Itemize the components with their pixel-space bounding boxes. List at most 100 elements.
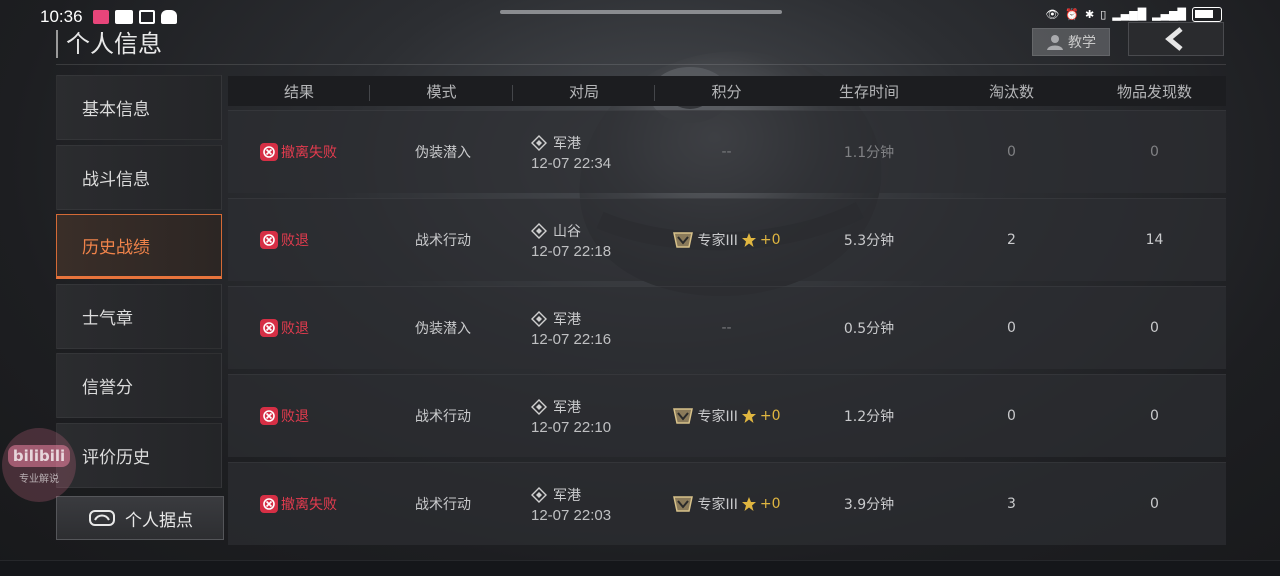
defeat-icon — [260, 407, 278, 425]
column-header-items: 物品发现数 — [1116, 82, 1192, 101]
mode-cell: 战术行动 — [415, 497, 471, 513]
star-icon — [741, 233, 756, 247]
survival-cell: 1.2分钟 — [843, 409, 895, 425]
map-diamond-icon — [531, 134, 547, 151]
back-button[interactable] — [1128, 22, 1224, 56]
result-cell: 败退 — [228, 406, 370, 426]
survival-cell: 1.1分钟 — [843, 145, 895, 161]
score-rank: 专家III — [697, 497, 738, 513]
page-title: 个人信息 — [56, 30, 162, 58]
score-rank: 专家III — [697, 409, 738, 425]
column-header-mode: 模式 — [370, 81, 513, 102]
table-row[interactable]: 撤离失败 战术行动 军港 12-07 22:03 专家III +0 3.9分钟 3 0 — [228, 462, 1226, 545]
result-label: 败退 — [281, 409, 309, 425]
table-header: 结果 模式 对局 积分 生存时间 淘汰数 物品发现数 — [228, 76, 1226, 106]
kills-cell: 2 — [1007, 232, 1016, 248]
watermark-sub: 专业解说 — [19, 474, 59, 485]
match-cell: 军港 12-07 22:03 — [513, 485, 655, 524]
score-cell: 专家III +0 — [655, 230, 798, 250]
map-diamond-icon — [531, 486, 547, 503]
sidebar-item-basic-info[interactable]: 基本信息 — [56, 75, 222, 140]
star-icon — [741, 497, 756, 511]
bluetooth-icon: ✱ — [1085, 8, 1095, 21]
chevron-left-icon — [1165, 27, 1183, 51]
teach-icon — [1047, 35, 1063, 50]
score-cell: -- — [721, 320, 732, 336]
sidebar: 基本信息 战斗信息 历史战绩 士气章 信誉分 评价历史 — [56, 75, 222, 492]
result-cell: 败退 — [228, 318, 370, 338]
rank-badge-icon — [673, 232, 694, 248]
score-cell: 专家III +0 — [655, 406, 798, 426]
map-name: 军港 — [553, 399, 581, 416]
items-cell: 0 — [1150, 144, 1159, 160]
match-time: 12-07 22:34 — [531, 154, 612, 172]
teach-button[interactable]: 教学 — [1032, 28, 1110, 56]
eye-icon: 👁 — [1045, 8, 1060, 21]
kills-cell: 0 — [1007, 408, 1016, 424]
defeat-icon — [260, 495, 278, 513]
score-cell: -- — [721, 144, 732, 160]
bottom-bar — [0, 560, 1280, 576]
signal-5g-icon-2: ▂▄▆█ — [1152, 8, 1186, 21]
sidebar-item-credit-score[interactable]: 信誉分 — [56, 353, 222, 418]
result-cell: 败退 — [228, 230, 370, 250]
battery-icon — [1192, 7, 1222, 22]
table-row[interactable]: 撤离失败 伪装潜入 军港 12-07 22:34 -- 1.1分钟 0 0 — [228, 110, 1226, 193]
column-header-kills: 淘汰数 — [988, 82, 1034, 101]
defeat-icon — [260, 231, 278, 249]
survival-cell: 5.3分钟 — [843, 233, 895, 249]
sidebar-item-label: 基本信息 — [82, 100, 150, 120]
personal-base-button[interactable]: 个人据点 — [56, 496, 224, 540]
base-icon — [89, 510, 115, 526]
result-label: 撤离失败 — [281, 145, 337, 161]
sidebar-item-battle-info[interactable]: 战斗信息 — [56, 144, 222, 210]
map-diamond-icon — [531, 310, 547, 327]
rank-badge-icon — [673, 496, 694, 512]
teach-label: 教学 — [1068, 35, 1096, 51]
sidebar-item-review-history[interactable]: 评价历史 — [56, 422, 222, 488]
match-cell: 军港 12-07 22:10 — [513, 397, 655, 436]
kills-cell: 0 — [1007, 320, 1016, 336]
kills-cell: 3 — [1007, 496, 1016, 512]
column-header-match: 对局 — [513, 81, 655, 102]
score-rank: 专家III — [697, 233, 738, 249]
table-row[interactable]: 败退 战术行动 山谷 12-07 22:18 专家III +0 5.3分钟 2 14 — [228, 198, 1226, 281]
match-history-table: 结果 模式 对局 积分 生存时间 淘汰数 物品发现数 撤离失败 伪装潜入 军港 12-… — [228, 76, 1226, 545]
match-time: 12-07 22:03 — [531, 506, 612, 524]
result-cell: 撤离失败 — [228, 142, 370, 162]
sidebar-item-label: 战斗信息 — [82, 169, 150, 190]
mode-cell: 伪装潜入 — [415, 145, 471, 161]
match-cell: 军港 12-07 22:16 — [513, 309, 655, 348]
map-name: 军港 — [553, 311, 581, 328]
column-header-result: 结果 — [228, 81, 370, 102]
result-label: 败退 — [281, 321, 309, 337]
column-header-survival: 生存时间 — [838, 82, 899, 101]
map-name: 军港 — [553, 135, 581, 152]
app-notification-icon — [92, 10, 109, 24]
sidebar-item-morale-badge[interactable]: 士气章 — [56, 283, 222, 349]
sidebar-item-match-history[interactable]: 历史战绩 — [56, 214, 222, 279]
android-icon — [160, 10, 177, 24]
match-cell: 山谷 12-07 22:18 — [513, 221, 655, 260]
window-drag-handle[interactable] — [500, 10, 782, 14]
status-time: 10:36 — [40, 7, 83, 26]
items-cell: 0 — [1150, 408, 1159, 424]
sidebar-item-label: 士气章 — [82, 308, 133, 329]
mode-cell: 战术行动 — [415, 233, 471, 249]
bilibili-tv-icon — [138, 10, 155, 24]
map-name: 山谷 — [553, 223, 581, 240]
alarm-icon: ⏰ — [1065, 8, 1080, 21]
match-time: 12-07 22:16 — [531, 330, 612, 348]
result-label: 败退 — [281, 233, 309, 249]
table-row[interactable]: 败退 伪装潜入 军港 12-07 22:16 -- 0.5分钟 0 0 — [228, 286, 1226, 369]
defeat-icon — [260, 319, 278, 337]
bilibili-watermark: bilibili 专业解说 — [2, 428, 76, 502]
score-plus: +0 — [759, 232, 781, 248]
score-cell: 专家III +0 — [655, 494, 798, 514]
table-row[interactable]: 败退 战术行动 军港 12-07 22:10 专家III +0 1.2分钟 0 0 — [228, 374, 1226, 457]
star-icon — [741, 409, 756, 423]
items-cell: 0 — [1150, 320, 1159, 336]
sidebar-item-label: 评价历史 — [82, 447, 150, 468]
mode-cell: 战术行动 — [415, 409, 471, 425]
video-icon — [114, 10, 133, 24]
